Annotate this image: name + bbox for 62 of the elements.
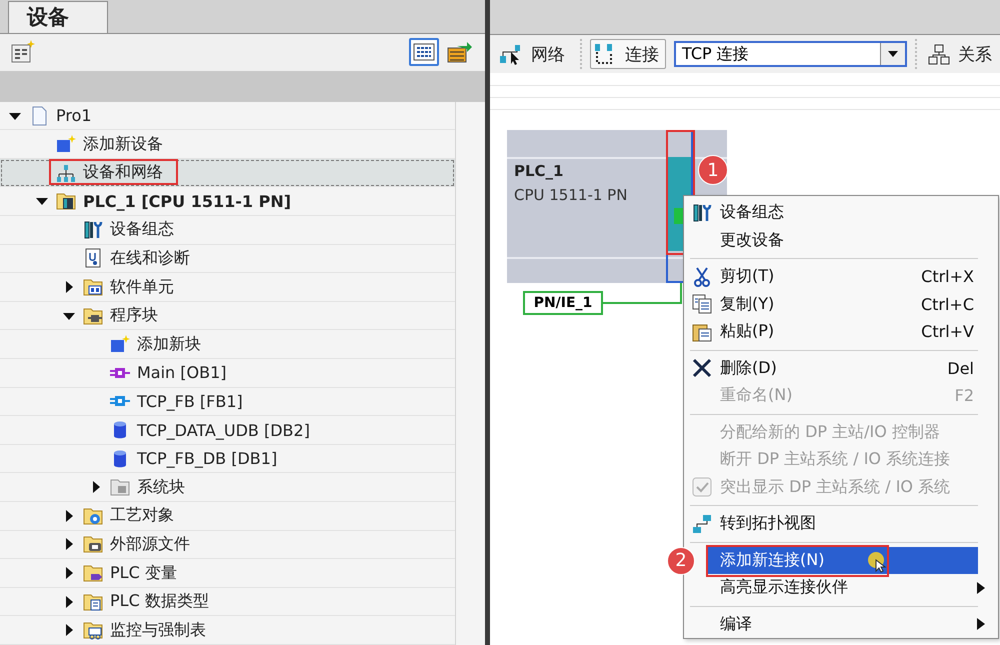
copy-icon [691, 294, 713, 314]
tree-item[interactable]: 设备组态 [0, 216, 455, 245]
menu-item[interactable]: 编译 [684, 610, 986, 638]
clipboard-icon [691, 322, 713, 342]
cross-icon [691, 358, 713, 378]
step-badge: 2 [667, 546, 695, 574]
menu-item[interactable]: 转到拓扑视图 [684, 510, 978, 538]
new-item-icon [109, 334, 131, 354]
tree-item[interactable]: 工艺对象 [0, 502, 455, 531]
relations-button[interactable]: 关系 [925, 39, 999, 69]
menu-item[interactable]: 删除(D) Del [684, 354, 978, 382]
folder-icon [82, 620, 104, 640]
add-device-icon[interactable] [10, 39, 36, 66]
folder-icon [82, 534, 104, 554]
list-view-button[interactable] [409, 38, 439, 66]
menu-item[interactable]: 粘贴(P) Ctrl+V [684, 318, 978, 346]
wrench-icon [82, 220, 104, 240]
shortcut-label: F2 [954, 386, 975, 406]
tree-item[interactable]: Pro1 [0, 102, 455, 130]
shortcut-label: Del [947, 358, 975, 378]
network-view-button[interactable]: 网络 [496, 39, 572, 69]
folder-icon [82, 306, 104, 326]
tree-item[interactable]: 外部源文件 [0, 530, 455, 560]
wrench-icon [691, 202, 713, 223]
network-pointer-icon [499, 43, 523, 65]
tree-item[interactable]: 软件单元 [0, 273, 455, 302]
tree-item[interactable]: PLC_1 [CPU 1511-1 PN] [0, 187, 455, 216]
folder-icon [82, 277, 104, 298]
tree-item[interactable]: Main [OB1] [0, 359, 455, 388]
folder-icon [109, 477, 131, 498]
connection-type-dropdown[interactable]: TCP 连接 [674, 41, 907, 67]
dropdown-arrow-icon [887, 50, 899, 58]
tree-item[interactable]: TCP_DATA_UDB [DB2] [0, 416, 455, 445]
connections-button[interactable]: 连接 [590, 39, 666, 69]
tree-item[interactable]: PLC 数据类型 [0, 588, 455, 616]
folder-icon [82, 506, 104, 526]
subnet-label[interactable]: PN/IE_1 [523, 291, 603, 315]
tree-item[interactable]: PLC 变量 [0, 559, 455, 588]
topology-icon [691, 514, 713, 534]
menu-item[interactable]: 高亮显示连接伙伴 [684, 574, 986, 602]
tree-item[interactable]: 在线和诊断 [0, 244, 455, 274]
tree-item[interactable]: 监控与强制表 [0, 616, 455, 645]
shortcut-label: Ctrl+C [920, 294, 975, 314]
device-folder-icon [55, 191, 77, 212]
menu-item[interactable]: 复制(Y) Ctrl+C [684, 290, 978, 318]
device-name: PLC_1 [514, 162, 564, 180]
folder-icon [82, 563, 104, 583]
shortcut-label: Ctrl+V [921, 322, 975, 342]
tree-item[interactable]: TCP_FB_DB [DB1] [0, 444, 455, 474]
tree-item[interactable]: 程序块 [0, 302, 455, 330]
panel-tab[interactable]: 设备 [8, 0, 108, 33]
tree-item[interactable]: 添加新块 [0, 330, 455, 360]
tree-item[interactable]: 系统块 [0, 473, 455, 502]
tree-item[interactable]: 设备和网络 [0, 158, 455, 188]
network-icon [55, 162, 77, 183]
scissors-icon [691, 266, 713, 287]
shortcut-label: Ctrl+X [921, 267, 975, 286]
tree-item[interactable]: TCP_FB [FB1] [0, 388, 455, 416]
new-item-icon [55, 134, 77, 154]
folder-icon [82, 592, 104, 612]
device-type: CPU 1511-1 PN [514, 186, 628, 204]
hierarchy-icon [928, 43, 950, 65]
